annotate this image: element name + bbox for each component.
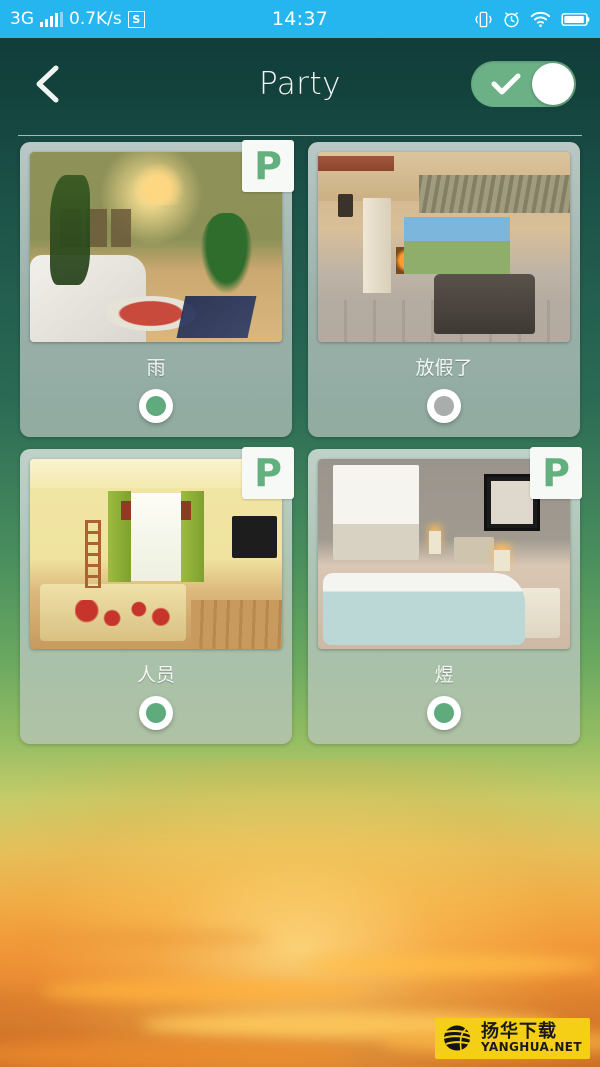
cloud-band xyxy=(40,980,370,1002)
chandelier-light xyxy=(130,163,187,206)
alarm-icon xyxy=(502,10,521,29)
status-bar-left: 3G 0.7K/s S xyxy=(10,9,145,29)
cloud-band xyxy=(0,1040,360,1067)
wall-frames xyxy=(60,209,131,247)
wicker-sofa xyxy=(433,273,535,335)
preset-badge: P xyxy=(530,447,582,499)
tile-roof xyxy=(318,155,394,171)
status-bar-right xyxy=(474,10,590,29)
floor-runner xyxy=(176,296,257,339)
header-divider xyxy=(18,135,582,136)
scene-card[interactable]: P 人员 xyxy=(20,447,294,744)
site-watermark: 扬华下载 YANGHUA.NET xyxy=(434,1017,590,1059)
outdoor-curtain xyxy=(363,197,392,293)
status-bar: 3G 0.7K/s S 14:37 xyxy=(0,0,600,38)
scene-toggle-wrap xyxy=(30,696,282,730)
patio-image xyxy=(318,152,570,342)
toggle-indicator xyxy=(434,703,454,723)
toggle-indicator xyxy=(434,396,454,416)
scene-thumbnail xyxy=(318,152,570,342)
scene-card[interactable]: P 煜 xyxy=(308,447,582,744)
candle xyxy=(428,531,442,554)
scene-toggle[interactable] xyxy=(139,389,173,423)
wall-lantern xyxy=(338,193,354,217)
bath-basket xyxy=(454,536,495,564)
battery-icon xyxy=(560,11,590,28)
back-button[interactable] xyxy=(24,61,70,107)
scene-label: 煜 xyxy=(434,664,454,686)
fireplace-fire xyxy=(396,247,419,274)
watermark-cn: 扬华下载 xyxy=(480,1020,557,1042)
chevron-left-icon xyxy=(36,65,59,103)
scene-toggle[interactable] xyxy=(427,389,461,423)
scene-toggle-wrap xyxy=(318,389,570,423)
pergola-ceiling xyxy=(418,174,570,213)
scene-toggle[interactable] xyxy=(139,696,173,730)
app-root: 3G 0.7K/s S 14:37 Party P 雨 放假了 P 人员 P 煜… xyxy=(0,0,600,1067)
scene-toggle-wrap xyxy=(318,696,570,730)
watermark-en: YANGHUA.NET xyxy=(480,1040,582,1055)
toggle-indicator xyxy=(146,703,166,723)
scene-label: 人员 xyxy=(136,664,175,686)
scene-toggle[interactable] xyxy=(427,696,461,730)
preset-badge: P xyxy=(242,140,294,192)
sim-card-icon: S xyxy=(127,10,145,28)
candle xyxy=(494,550,510,572)
scene-card[interactable]: P 放假了 xyxy=(308,142,580,437)
toggle-knob xyxy=(532,63,574,105)
wall-tv xyxy=(231,516,277,558)
cloud-band xyxy=(300,955,600,975)
page-header: Party xyxy=(0,38,600,136)
rose-petals xyxy=(373,607,490,634)
preset-badge: P xyxy=(242,447,294,499)
vibrate-icon xyxy=(474,10,493,29)
toggle-indicator xyxy=(146,396,166,416)
wifi-icon xyxy=(530,10,551,29)
scene-label: 雨 xyxy=(146,357,166,379)
folded-towel xyxy=(519,588,560,638)
cloud-band xyxy=(20,930,270,946)
scene-toggle-wrap xyxy=(30,389,282,423)
watermark-text: 扬华下载 YANGHUA.NET xyxy=(480,1020,582,1055)
signal-strength-icon xyxy=(40,11,63,27)
scene-label: 放假了 xyxy=(415,357,473,379)
globe-logo-icon xyxy=(443,1025,472,1051)
scene-grid: P 雨 P 放假了 xyxy=(0,130,600,744)
wall-mirrors xyxy=(120,500,192,520)
wood-floor xyxy=(191,599,282,649)
potted-plant xyxy=(201,212,252,293)
network-type-label: 3G xyxy=(10,9,34,29)
check-icon xyxy=(491,72,521,100)
scene-card[interactable]: P 雨 xyxy=(20,140,294,437)
tub-faucet xyxy=(330,595,361,615)
network-speed-label: 0.7K/s xyxy=(69,9,122,29)
master-toggle[interactable] xyxy=(471,61,576,107)
bunk-ladder xyxy=(85,519,101,589)
rose-petals xyxy=(75,599,192,627)
